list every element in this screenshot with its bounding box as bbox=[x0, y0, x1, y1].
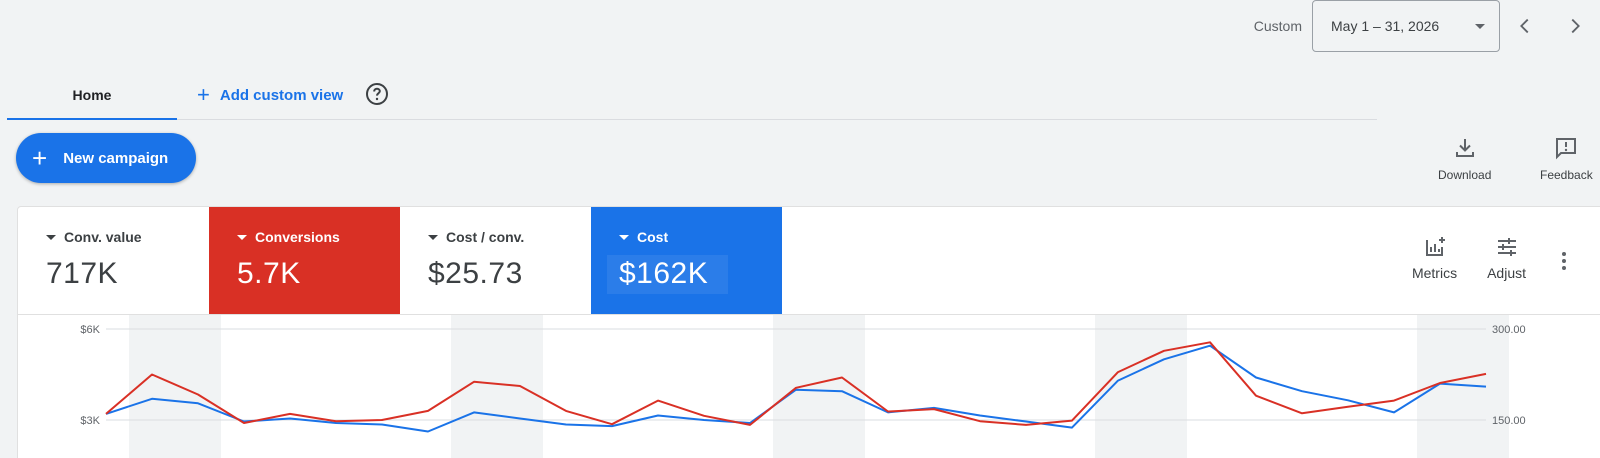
download-label: Download bbox=[1438, 168, 1492, 182]
weekend-band bbox=[1417, 315, 1463, 458]
weekend-band bbox=[773, 315, 819, 458]
download-button[interactable]: Download bbox=[1438, 136, 1491, 182]
metric-cost[interactable]: Cost $162K bbox=[591, 207, 782, 314]
feedback-button[interactable]: Feedback bbox=[1540, 136, 1593, 182]
chevron-right-icon bbox=[1571, 18, 1580, 34]
metric-label: Conversions bbox=[255, 229, 340, 245]
weekend-band bbox=[819, 315, 865, 458]
next-period-button[interactable] bbox=[1550, 0, 1600, 52]
date-range-dropdown[interactable]: May 1 – 31, 2026 bbox=[1312, 0, 1500, 52]
caret-down-icon bbox=[619, 234, 629, 240]
adjust-label: Adjust bbox=[1487, 265, 1526, 281]
y-axis-left-tick: $6K bbox=[80, 324, 100, 336]
caret-down-icon bbox=[237, 234, 247, 240]
performance-card: Conv. value 717K Conversions 5.7K Cost /… bbox=[17, 206, 1600, 458]
plus-icon: + bbox=[197, 82, 210, 107]
caret-down-icon bbox=[46, 234, 56, 240]
metric-cost-per-conv[interactable]: Cost / conv. $25.73 bbox=[400, 207, 591, 314]
metric-conversions[interactable]: Conversions 5.7K bbox=[209, 207, 400, 314]
metric-label: Conv. value bbox=[64, 229, 142, 245]
metric-label: Cost bbox=[637, 229, 669, 245]
weekend-band bbox=[129, 315, 175, 458]
metric-value: $25.73 bbox=[428, 257, 523, 290]
date-mode-label: Custom bbox=[1253, 18, 1302, 34]
adjust-button[interactable]: Adjust bbox=[1487, 235, 1526, 281]
chevron-down-icon bbox=[1475, 23, 1485, 29]
date-range-bar: Custom May 1 – 31, 2026 bbox=[1254, 0, 1600, 52]
metric-value: $162K bbox=[607, 255, 729, 294]
previous-period-button[interactable] bbox=[1500, 0, 1550, 52]
metric-value: 717K bbox=[46, 257, 119, 290]
tab-home[interactable]: Home bbox=[7, 72, 177, 120]
caret-down-icon bbox=[428, 234, 438, 240]
chart-tools: Metrics Adjust bbox=[1382, 235, 1576, 281]
y-axis-left-tick: $3K bbox=[80, 415, 100, 427]
chevron-left-icon bbox=[1520, 18, 1529, 34]
metric-conv-value[interactable]: Conv. value 717K bbox=[18, 207, 209, 314]
more-vert-icon[interactable] bbox=[1552, 249, 1576, 273]
weekend-band bbox=[1095, 315, 1141, 458]
feedback-icon bbox=[1556, 138, 1577, 160]
weekend-band bbox=[451, 315, 497, 458]
metrics-button[interactable]: Metrics bbox=[1412, 235, 1457, 281]
date-range-value: May 1 – 31, 2026 bbox=[1331, 18, 1440, 34]
weekend-band bbox=[1141, 315, 1187, 458]
new-campaign-button[interactable]: + New campaign bbox=[16, 133, 196, 183]
view-tabs: Home + Add custom view bbox=[7, 72, 1377, 120]
metric-label: Cost / conv. bbox=[446, 229, 525, 245]
y-axis-right-tick: 300.00 bbox=[1492, 324, 1526, 336]
metric-tiles: Conv. value 717K Conversions 5.7K Cost /… bbox=[18, 207, 782, 314]
help-icon[interactable] bbox=[365, 82, 389, 106]
add-custom-view-label: Add custom view bbox=[219, 86, 344, 104]
metrics-label: Metrics bbox=[1411, 265, 1458, 281]
feedback-label: Feedback bbox=[1540, 168, 1593, 182]
new-campaign-label: New campaign bbox=[63, 149, 169, 167]
tune-icon bbox=[1497, 238, 1516, 256]
download-icon bbox=[1455, 139, 1474, 157]
add-custom-view-button[interactable]: + Add custom view bbox=[197, 72, 343, 118]
metric-value: 5.7K bbox=[237, 257, 301, 290]
plus-icon: + bbox=[32, 143, 48, 173]
performance-chart: $6K $3K 300.00 150.00 bbox=[80, 315, 1526, 458]
y-axis-right-tick: 150.00 bbox=[1492, 415, 1526, 427]
add-chart-icon bbox=[1425, 237, 1445, 256]
